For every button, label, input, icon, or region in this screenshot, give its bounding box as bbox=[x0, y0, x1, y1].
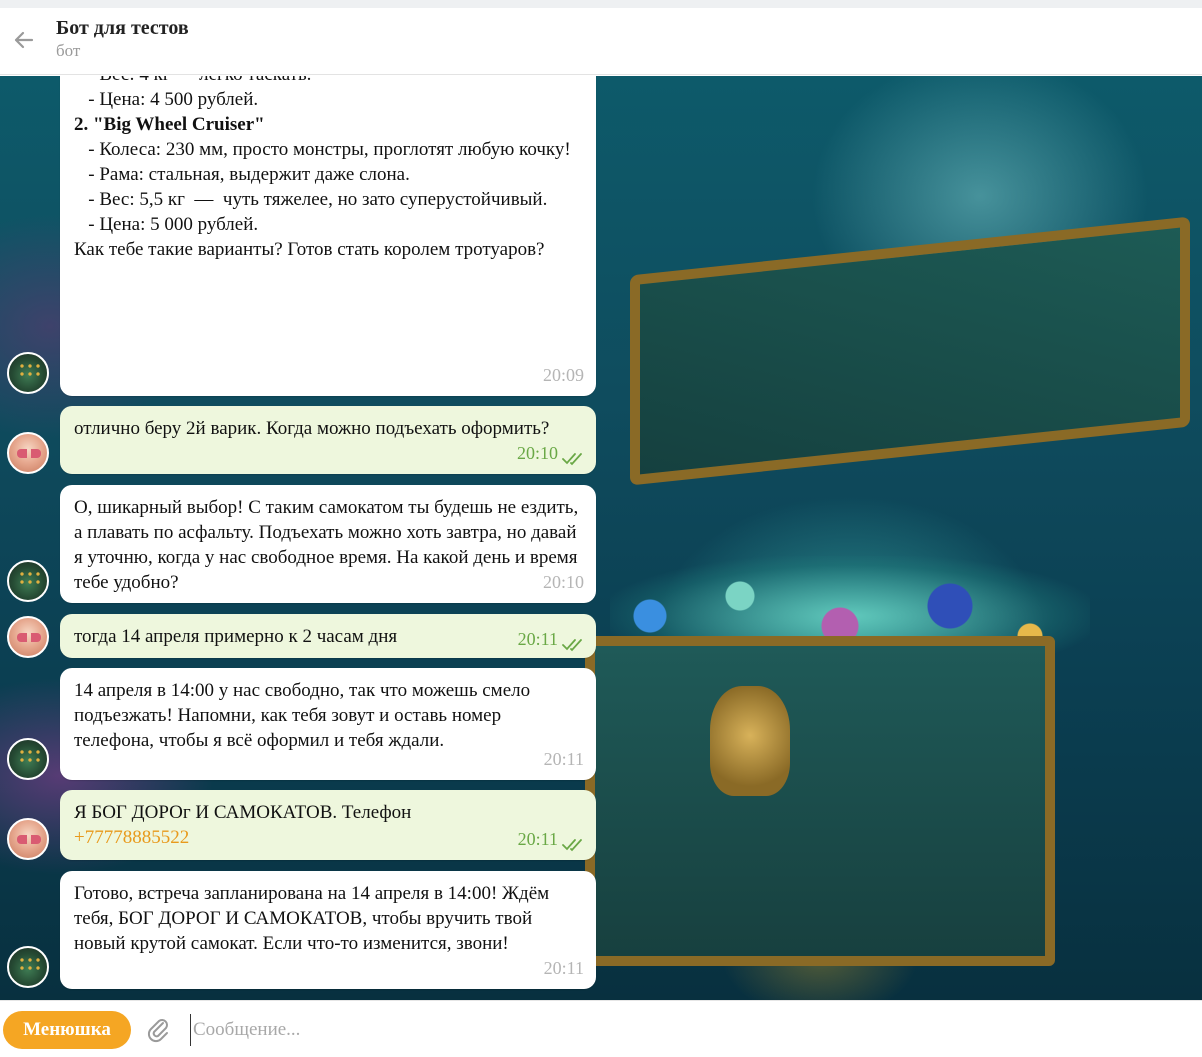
message-input[interactable] bbox=[190, 1014, 1180, 1046]
composer-bar: Менюшка bbox=[0, 1000, 1202, 1057]
user-avatar[interactable] bbox=[7, 432, 49, 474]
message-bubble-incoming[interactable]: О, шикарный выбор! С таким самокатом ты … bbox=[60, 485, 596, 603]
message-bubble-outgoing[interactable]: Я БОГ ДОРОг И САМОКАТОВ. Телефон +777788… bbox=[60, 790, 596, 860]
double-check-icon bbox=[562, 453, 582, 466]
message-line-bold: 2. "Big Wheel Cruiser" bbox=[74, 114, 265, 135]
background-chest-lock bbox=[710, 686, 790, 796]
message-line: - Рама: стальная, выдержит даже слона. bbox=[74, 164, 410, 185]
message-time: 20:11 bbox=[517, 629, 558, 649]
message-line: тогда 14 апреля примерно к 2 часам дня bbox=[74, 626, 398, 647]
message-time: 20:11 bbox=[517, 829, 558, 849]
chat-area[interactable]: - Вес: 4 кг — легко таскать. - Цена: 4 5… bbox=[0, 76, 1202, 1000]
message-line: 14 апреля в 14:00 у нас свободно, так чт… bbox=[74, 680, 535, 751]
bot-avatar[interactable] bbox=[7, 560, 49, 602]
message-time: 20:11 bbox=[543, 749, 584, 769]
message-line: - Колеса: 230 мм, просто монстры, прогло… bbox=[74, 139, 571, 160]
back-button[interactable] bbox=[10, 26, 38, 54]
window-top-strip bbox=[0, 0, 1202, 8]
message-time: 20:11 bbox=[543, 958, 584, 978]
message-time: 20:10 bbox=[542, 572, 584, 592]
message-line: - Цена: 5 000 рублей. bbox=[74, 214, 259, 235]
double-check-icon bbox=[562, 839, 582, 852]
message-line: - Вес: 4 кг — легко таскать. bbox=[74, 76, 582, 87]
chat-title[interactable]: Бот для тестов bbox=[56, 17, 189, 40]
user-avatar[interactable] bbox=[7, 818, 49, 860]
chat-subtitle: бот bbox=[56, 41, 81, 60]
paperclip-icon bbox=[147, 1019, 168, 1043]
bot-avatar[interactable] bbox=[7, 352, 49, 394]
message-line: Готово, встреча запланирована на 14 апре… bbox=[74, 883, 554, 954]
message-bubble-outgoing[interactable]: отлично беру 2й варик. Когда можно подъе… bbox=[60, 406, 596, 474]
message-line: О, шикарный выбор! С таким самокатом ты … bbox=[74, 497, 583, 593]
message-line: - Вес: 5,5 кг — чуть тяжелее, но зато су… bbox=[74, 189, 548, 210]
double-check-icon bbox=[562, 639, 582, 652]
message-line: Я БОГ ДОРОг И САМОКАТОВ. Телефон bbox=[74, 802, 412, 823]
message-bubble-incoming[interactable]: - Вес: 4 кг — легко таскать. - Цена: 4 5… bbox=[60, 76, 596, 396]
message-time: 20:10 bbox=[516, 443, 558, 463]
bot-avatar[interactable] bbox=[7, 738, 49, 780]
message-line: отлично беру 2й варик. Когда можно подъе… bbox=[74, 418, 550, 439]
message-time: 20:09 bbox=[542, 365, 584, 385]
phone-link[interactable]: +77778885522 bbox=[74, 825, 582, 850]
background-chest-body bbox=[585, 636, 1055, 966]
chat-header: Бот для тестов бот bbox=[0, 8, 1202, 75]
message-bubble-incoming[interactable]: Готово, встреча запланирована на 14 апре… bbox=[60, 871, 596, 989]
message-line: - Цена: 4 500 рублей. bbox=[74, 89, 259, 110]
message-bubble-outgoing[interactable]: тогда 14 апреля примерно к 2 часам дня 2… bbox=[60, 614, 596, 658]
background-chest-lid bbox=[630, 216, 1190, 486]
user-avatar[interactable] bbox=[7, 616, 49, 658]
message-line: Как тебе такие варианты? Готов стать кор… bbox=[74, 239, 545, 260]
menu-button[interactable]: Менюшка bbox=[3, 1011, 131, 1049]
message-bubble-incoming[interactable]: 14 апреля в 14:00 у нас свободно, так чт… bbox=[60, 668, 596, 780]
attach-button[interactable] bbox=[144, 1015, 174, 1045]
bot-avatar[interactable] bbox=[7, 946, 49, 988]
arrow-left-icon bbox=[14, 31, 34, 49]
